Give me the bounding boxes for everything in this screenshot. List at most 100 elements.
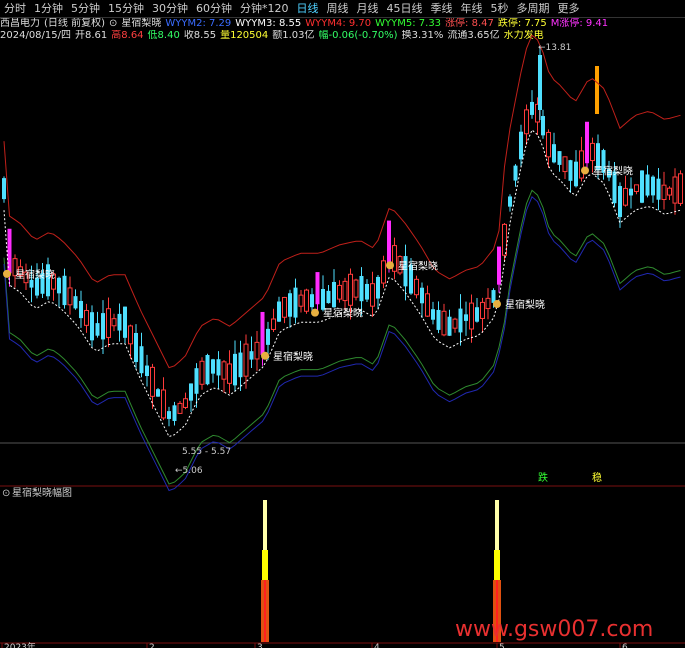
x-tick-label: 6 xyxy=(622,643,628,648)
candle-body xyxy=(216,359,221,376)
signal-icon xyxy=(311,308,319,317)
candle-body xyxy=(150,366,155,397)
candle-body xyxy=(595,66,599,114)
candle-body xyxy=(199,360,205,385)
candle-body xyxy=(172,405,177,421)
candle-body xyxy=(233,353,237,386)
lower-band-line-blue xyxy=(3,195,681,492)
candle-body xyxy=(475,307,479,322)
signal-icon xyxy=(386,261,394,270)
volume-bar xyxy=(262,550,268,580)
candle-body xyxy=(541,116,545,136)
candle-body xyxy=(95,323,100,336)
candle-body xyxy=(656,178,661,200)
candle-body xyxy=(238,352,243,378)
candle-body xyxy=(376,276,380,299)
candle-body xyxy=(546,131,551,158)
zhang-label: 稳 xyxy=(592,471,602,484)
volume-bar xyxy=(264,580,266,642)
watermark-text: www.gsw007.com xyxy=(455,617,653,642)
candle-body xyxy=(342,280,348,302)
candle-body xyxy=(282,296,287,318)
candle-body xyxy=(67,287,73,306)
candle-body xyxy=(568,160,573,181)
candle-body xyxy=(353,279,359,298)
candle-body xyxy=(123,306,127,338)
die-label: 跌 xyxy=(538,471,548,484)
candle-body xyxy=(249,351,254,360)
volume-bar xyxy=(263,500,267,550)
candle-body xyxy=(464,314,468,321)
candle-body xyxy=(90,312,94,341)
candle-body xyxy=(425,293,430,317)
candle-body xyxy=(678,173,683,204)
candle-body xyxy=(304,289,309,312)
signal-label: 星宿梨晓 xyxy=(593,164,633,177)
candle-body xyxy=(211,359,215,374)
candle-body xyxy=(106,308,111,338)
candle-body xyxy=(243,343,249,377)
kline-chart: 星宿梨晓星宿梨晓星宿梨晓星宿梨晓星宿梨晓星宿梨晓←13.81←5.065.55 … xyxy=(0,34,685,648)
candle-body xyxy=(557,151,562,165)
candle-body xyxy=(447,316,452,336)
candle-body xyxy=(420,287,424,304)
candle-body xyxy=(458,308,463,333)
candle-body xyxy=(161,389,166,419)
range-label: 5.55 - 5.57 xyxy=(182,447,231,457)
candle-body xyxy=(337,284,342,300)
candle-body xyxy=(293,287,298,318)
candle-body xyxy=(480,301,485,319)
volume-bar xyxy=(495,500,499,550)
x-tick-label: 2 xyxy=(149,643,155,648)
candle-body xyxy=(618,186,622,218)
signal-icon xyxy=(261,351,269,360)
candle-body xyxy=(574,161,578,187)
candle-body xyxy=(260,311,265,355)
volume-bar xyxy=(494,550,500,580)
candle-body xyxy=(117,313,122,331)
candle-body xyxy=(502,223,507,256)
candle-body xyxy=(634,184,639,193)
candle-body xyxy=(332,281,336,308)
candle-body xyxy=(651,176,655,196)
candle-body xyxy=(57,277,61,294)
candle-body xyxy=(348,273,353,306)
candle-body xyxy=(497,246,501,285)
signal-label: 星宿梨晓 xyxy=(398,259,438,272)
candle-body xyxy=(629,188,633,196)
candle-body xyxy=(508,196,512,207)
candle-body xyxy=(370,283,375,307)
candle-body xyxy=(189,383,193,401)
candle-body xyxy=(79,300,83,319)
candle-body xyxy=(538,55,542,110)
candle-body xyxy=(205,355,210,385)
candle-body xyxy=(524,109,529,135)
candle-body xyxy=(485,297,491,310)
candle-body xyxy=(288,293,292,317)
candle-body xyxy=(145,365,149,377)
candle-body xyxy=(519,131,523,160)
candle-body xyxy=(2,178,6,200)
candle-body xyxy=(672,176,678,204)
candle-body xyxy=(321,288,325,310)
candle-body xyxy=(640,170,644,203)
subpanel-title: 星宿梨晓幅图 xyxy=(12,486,72,499)
signal-label: 星宿梨晓 xyxy=(15,268,55,281)
candle-body xyxy=(177,402,183,414)
candle-body xyxy=(436,309,441,330)
signal-label: 星宿梨晓 xyxy=(505,298,545,311)
candle-body xyxy=(221,361,227,380)
candle-body xyxy=(134,332,138,363)
candle-body xyxy=(266,328,270,345)
signal-icon xyxy=(3,269,11,278)
candle-body xyxy=(271,318,276,330)
candle-body xyxy=(73,296,78,309)
candle-body xyxy=(590,142,595,162)
subpanel-settings-icon: ⊙ xyxy=(2,488,10,499)
candle-body xyxy=(298,294,304,307)
candle-body xyxy=(661,184,667,201)
candle-body xyxy=(441,310,447,336)
signal-icon xyxy=(581,166,589,175)
candle-body xyxy=(139,346,144,374)
candle-body xyxy=(167,411,171,419)
